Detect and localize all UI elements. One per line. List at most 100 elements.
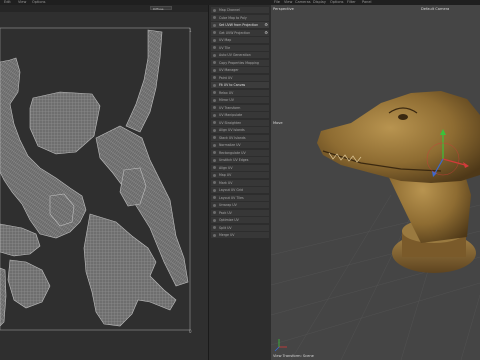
command-label: UV Tile [219, 45, 231, 50]
command-icon [213, 31, 216, 34]
command-icon [213, 23, 216, 27]
command-icon [213, 98, 216, 102]
command-item[interactable]: Stack UV Islands [211, 134, 269, 141]
command-label: UV Manipulate [219, 113, 243, 117]
command-label: Mark UV [219, 180, 233, 185]
viewport-scene [271, 91, 480, 360]
command-icon [213, 203, 216, 207]
command-item[interactable]: Map Channel [211, 7, 269, 13]
command-label: Copy Properties Mapping [219, 60, 259, 65]
command-item[interactable]: Merge UV [211, 232, 269, 238]
command-label: Fit UV to Canvas [219, 83, 246, 87]
command-label: Unwrap UV [219, 203, 237, 207]
command-label: Rectangulate UV [219, 150, 246, 155]
command-item[interactable]: Fit UV to Canvas [211, 82, 269, 88]
command-label: UV Transform [219, 105, 241, 110]
uv-corner-mark: 0 [189, 329, 192, 334]
command-item[interactable]: Mirror UV [211, 97, 269, 103]
command-icon [213, 53, 216, 57]
command-icon [213, 106, 216, 109]
camera-name[interactable]: Default Camera [421, 7, 449, 11]
command-label: Align UV [219, 165, 233, 170]
command-item[interactable]: Optimize UV [211, 217, 269, 223]
command-label: Map Channel [219, 8, 240, 12]
command-item[interactable]: UV Map [211, 37, 269, 43]
gear-icon[interactable]: ⚙ [264, 30, 268, 36]
command-label: UV Manager [219, 68, 239, 72]
command-label: Layout UV Grid [219, 188, 244, 192]
command-label: UV Straighten [219, 120, 242, 125]
command-item[interactable]: Align UV Islands [211, 127, 269, 133]
command-label: UV Map [219, 38, 232, 42]
command-icon [213, 166, 216, 169]
uv-island[interactable] [29, 91, 101, 155]
command-icon [213, 136, 216, 139]
command-item[interactable]: Normalize UV [211, 142, 269, 148]
channel-dropdown[interactable]: Diffuse [150, 6, 172, 11]
command-item[interactable]: UV Manager [211, 67, 269, 73]
command-label: Optimize UV [219, 218, 239, 222]
command-item[interactable]: Split UV [211, 224, 269, 231]
uv-layout-canvas[interactable]: 1 0 [0, 12, 208, 360]
command-label: Layout UV Tiles [219, 195, 244, 200]
command-icon [213, 8, 216, 12]
command-icon [213, 173, 216, 177]
command-item[interactable]: Rectangulate UV [211, 149, 269, 156]
command-label: Relax UV [219, 90, 234, 95]
uv-island[interactable] [125, 29, 163, 133]
model-eye [398, 114, 408, 120]
command-icon [213, 211, 216, 214]
command-item[interactable]: Align UV [211, 164, 269, 171]
command-icon [213, 113, 216, 117]
command-label: Pack UV [219, 210, 232, 215]
command-label: Cube Map to Poly [219, 15, 247, 20]
command-icon [213, 61, 216, 64]
command-icon [213, 218, 216, 222]
command-icon [213, 233, 216, 237]
command-icon [213, 181, 216, 184]
command-label: Map UV [219, 173, 232, 177]
command-item[interactable]: Pack UV [211, 209, 269, 216]
command-item[interactable]: Paint UV [211, 74, 269, 81]
command-item[interactable]: Auto UV Generation [211, 52, 269, 58]
command-item[interactable]: Unstitch UV Edges [211, 157, 269, 163]
view-name[interactable]: Perspective [273, 7, 294, 11]
command-icon [213, 16, 216, 19]
command-icon [213, 46, 216, 49]
command-icon [213, 226, 216, 229]
command-item[interactable]: Layout UV Tiles [211, 194, 269, 201]
command-item[interactable]: Map UV [211, 172, 269, 178]
command-item[interactable]: UV Manipulate [211, 112, 269, 118]
command-item[interactable]: UV Transform [211, 104, 269, 111]
command-label: Auto UV Generation [219, 53, 251, 57]
uv-editor-toolbar [0, 5, 208, 12]
command-icon [213, 68, 216, 72]
perspective-viewport[interactable]: Perspective Default Camera Move View Tra… [271, 5, 480, 360]
command-item[interactable]: Cube Map to Poly [211, 14, 269, 21]
command-item[interactable]: UV Straighten [211, 119, 269, 126]
command-item[interactable]: Relax UV [211, 89, 269, 96]
command-item[interactable]: Set UVW from Projection ⚙ [211, 22, 269, 28]
command-icon [213, 91, 216, 94]
command-item[interactable]: Mark UV [211, 179, 269, 186]
command-icon [213, 76, 216, 79]
command-item[interactable]: Unwrap UV [211, 202, 269, 208]
command-item[interactable]: Copy Properties Mapping [211, 59, 269, 66]
command-icon [213, 158, 216, 162]
command-label: Stack UV Islands [219, 135, 246, 140]
uv-island[interactable] [7, 259, 51, 309]
command-icon [213, 151, 216, 154]
command-icon [213, 143, 216, 147]
uv-island[interactable] [0, 223, 41, 257]
uv-corner-mark: 1 [189, 28, 192, 33]
tool-label: Move [273, 121, 283, 125]
command-item[interactable]: Layout UV Grid [211, 187, 269, 193]
command-label: Paint UV [219, 75, 233, 80]
command-label: Split UV [219, 225, 232, 230]
uv-island[interactable] [0, 267, 7, 327]
command-item[interactable]: UV Tile [211, 44, 269, 51]
command-item[interactable]: Get UVW Projection ⚙ [211, 29, 269, 36]
gear-icon[interactable]: ⚙ [264, 22, 268, 28]
command-label: Get UVW Projection [219, 30, 251, 35]
command-label: Unstitch UV Edges [219, 158, 249, 162]
